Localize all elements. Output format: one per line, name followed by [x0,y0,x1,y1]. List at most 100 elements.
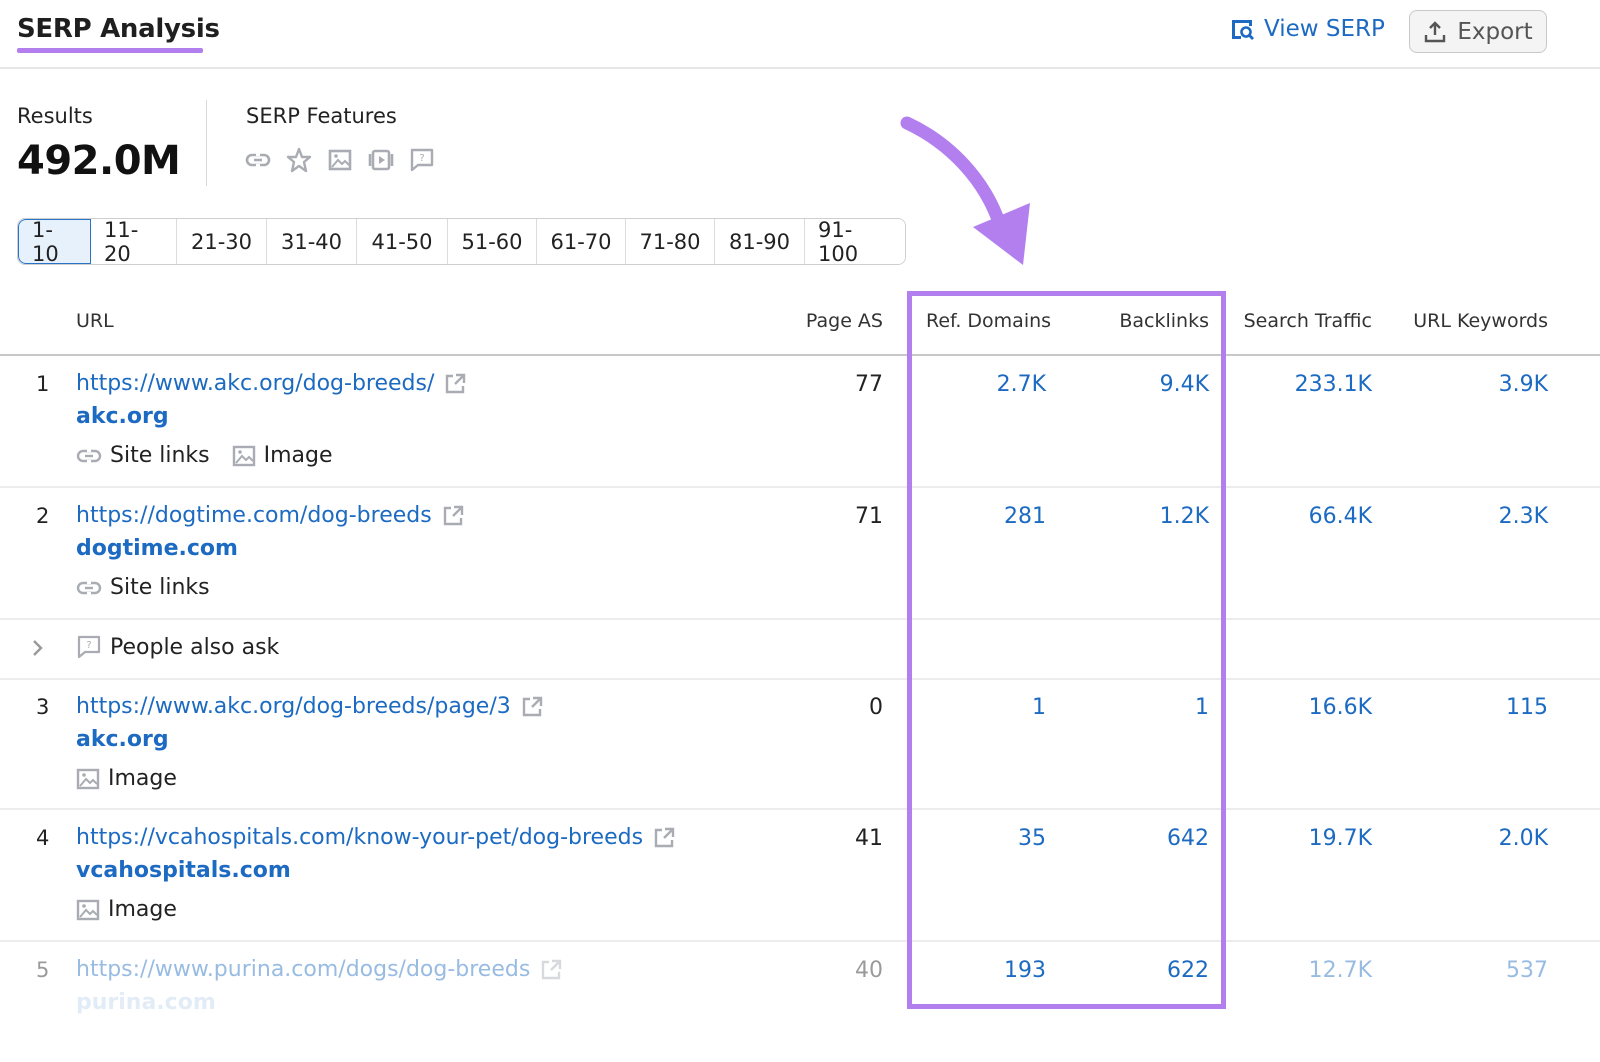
url-keywords-value[interactable]: 2.3K [1499,504,1548,529]
result-features: Image [76,897,177,922]
column-header-search-traffic[interactable]: Search Traffic [1244,310,1372,332]
results-label: Results [17,104,93,128]
result-domain[interactable]: vcahospitals.com [76,858,291,883]
chevron-right-icon[interactable] [30,638,46,658]
url-keywords-value[interactable]: 537 [1506,958,1548,983]
column-header-url[interactable]: URL [76,310,114,332]
svg-text:?: ? [86,640,91,651]
external-link-icon[interactable] [444,373,466,395]
search-traffic-value[interactable]: 66.4K [1309,504,1372,529]
upload-icon [1423,20,1447,44]
external-link-icon[interactable] [442,505,464,527]
export-button[interactable]: Export [1409,10,1547,53]
page-range-11-20[interactable]: 11-20 [91,219,177,264]
backlinks-value[interactable]: 1 [1195,695,1209,720]
external-link-icon[interactable] [653,827,675,849]
pagination: 1-10 11-20 21-30 31-40 41-50 51-60 61-70… [17,218,906,265]
star-icon [285,146,313,174]
backlinks-value[interactable]: 9.4K [1160,372,1209,397]
serp-features-label: SERP Features [246,104,397,128]
page-range-91-100[interactable]: 91-100 [805,219,905,264]
table-row: 4 https://vcahospitals.com/know-your-pet… [0,810,1600,942]
results-value: 492.0M [17,138,180,184]
export-label: Export [1457,19,1532,45]
table-row: 1 https://www.akc.org/dog-breeds/ akc.or… [0,356,1600,488]
page-header: SERP Analysis View SERP Export [0,0,1600,69]
search-traffic-value[interactable]: 16.6K [1309,695,1372,720]
page-range-81-90[interactable]: 81-90 [715,219,805,264]
active-tab-underline [17,48,203,53]
image-icon [232,445,256,467]
result-domain[interactable]: akc.org [76,727,169,752]
column-header-page-as[interactable]: Page AS [806,310,883,332]
result-domain[interactable]: dogtime.com [76,536,238,561]
page-range-61-70[interactable]: 61-70 [537,219,626,264]
search-traffic-value[interactable]: 12.7K [1309,958,1372,983]
url-keywords-value[interactable]: 115 [1506,695,1548,720]
page-range-21-30[interactable]: 21-30 [177,219,267,264]
image-icon [326,146,354,174]
summary-divider [206,100,207,186]
video-icon [367,146,395,174]
url-keywords-value[interactable]: 3.9K [1499,372,1548,397]
feature-label: Image [108,766,177,791]
feature-label: Image [108,897,177,922]
link-icon [76,577,102,599]
page-range-1-10[interactable]: 1-10 [18,219,91,264]
url-keywords-value[interactable]: 2.0K [1499,826,1548,851]
page-as-value: 77 [855,372,883,397]
page-as-value: 0 [869,695,883,720]
result-url-link[interactable]: https://www.akc.org/dog-breeds/ [76,371,466,396]
backlinks-value[interactable]: 1.2K [1160,504,1209,529]
ref-domains-value[interactable]: 2.7K [997,372,1046,397]
result-url: https://www.akc.org/dog-breeds/ [76,371,434,396]
search-traffic-value[interactable]: 19.7K [1309,826,1372,851]
page-range-51-60[interactable]: 51-60 [448,219,537,264]
result-url: https://www.akc.org/dog-breeds/page/3 [76,694,511,719]
ref-domains-value[interactable]: 1 [1032,695,1046,720]
link-icon [76,445,102,467]
row-position: 3 [36,695,49,719]
row-position: 5 [36,958,49,982]
people-also-ask: ? People also ask [76,634,279,660]
link-icon [244,146,272,174]
page-as-value: 40 [855,958,883,983]
result-url-link[interactable]: https://www.purina.com/dogs/dog-breeds [76,957,562,982]
feature-label: Image [264,443,333,468]
image-icon [76,768,100,790]
result-url-link[interactable]: https://vcahospitals.com/know-your-pet/d… [76,825,675,850]
column-header-url-keywords[interactable]: URL Keywords [1413,310,1548,332]
serp-features-icons: ? [244,146,436,174]
view-serp-button[interactable]: View SERP [1230,16,1385,42]
page-range-71-80[interactable]: 71-80 [626,219,715,264]
row-position: 4 [36,826,49,850]
external-link-icon[interactable] [521,696,543,718]
column-header-ref-domains[interactable]: Ref. Domains [926,310,1051,332]
backlinks-value[interactable]: 642 [1167,826,1209,851]
image-icon [76,899,100,921]
result-url-link[interactable]: https://dogtime.com/dog-breeds [76,503,464,528]
page-title: SERP Analysis [17,14,220,44]
result-url-link[interactable]: https://www.akc.org/dog-breeds/page/3 [76,694,543,719]
people-also-ask-row[interactable]: ? People also ask [0,620,1600,680]
result-features: Image [76,766,177,791]
result-domain[interactable]: purina.com [76,990,216,1015]
annotation-arrow-icon [895,105,1045,270]
feature-label: Site links [110,443,210,468]
view-serp-label: View SERP [1264,16,1385,42]
page-range-31-40[interactable]: 31-40 [267,219,357,264]
feature-label: People also ask [110,635,279,660]
external-link-icon[interactable] [540,959,562,981]
ref-domains-value[interactable]: 35 [1018,826,1046,851]
view-serp-icon [1230,17,1256,41]
search-traffic-value[interactable]: 233.1K [1295,372,1372,397]
ref-domains-value[interactable]: 193 [1004,958,1046,983]
backlinks-value[interactable]: 622 [1167,958,1209,983]
result-domain[interactable]: akc.org [76,404,169,429]
page-range-41-50[interactable]: 41-50 [357,219,448,264]
feature-label: Site links [110,575,210,600]
column-header-backlinks[interactable]: Backlinks [1119,310,1209,332]
result-features: Site links Image [76,443,333,468]
page-as-value: 71 [855,504,883,529]
ref-domains-value[interactable]: 281 [1004,504,1046,529]
